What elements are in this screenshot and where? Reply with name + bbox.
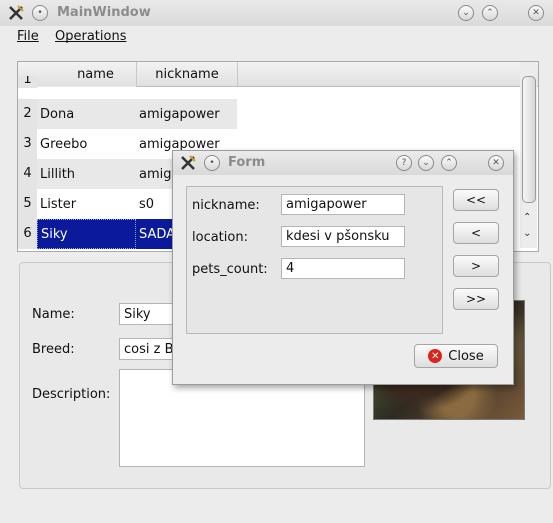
table-cell-name[interactable]: Dona <box>37 99 136 129</box>
close-button-label: Close <box>448 348 484 364</box>
form-title: Form <box>228 155 266 170</box>
menu-operations[interactable]: Operations <box>55 29 126 44</box>
pets-count-label: pets_count: <box>192 262 268 277</box>
app-icon[interactable] <box>6 3 26 23</box>
table-cell-name[interactable]: Greebo <box>37 129 136 159</box>
close-button[interactable]: ✕ Close <box>414 344 498 368</box>
menu-file-label: File <box>17 29 39 44</box>
location-field[interactable]: kdesi v pšonsku <box>281 226 405 247</box>
table-cell-name-selected[interactable]: Siky <box>37 219 136 249</box>
chevron-down-icon: ⌄ <box>462 7 470 18</box>
form-app-icon[interactable] <box>178 153 198 173</box>
dot-icon: • <box>209 157 215 168</box>
window-menu-button[interactable]: • <box>32 5 48 21</box>
name-label: Name: <box>32 307 75 322</box>
chevron-up-icon: ⌃ <box>445 157 453 168</box>
chevron-down-icon: ⌄ <box>422 157 430 168</box>
form-window-menu-button[interactable]: • <box>204 155 220 171</box>
pets-count-field[interactable]: 4 <box>281 258 405 279</box>
scroll-down-icon[interactable]: ⌄ <box>523 228 531 239</box>
row-number: 2 <box>18 99 37 129</box>
row-number: 4 <box>18 159 37 189</box>
close-icon: ✕ <box>428 349 443 363</box>
chevron-up-icon: ⌃ <box>486 7 494 18</box>
help-icon: ? <box>401 157 407 168</box>
scroll-up-icon[interactable]: ⌃ <box>523 212 531 223</box>
previous-record-button[interactable]: < <box>453 222 499 244</box>
table-cell-nickname[interactable]: amigapower <box>136 99 237 129</box>
form-dialog: • Form ? ⌄ ⌃ ✕ nickname: amigapower loca… <box>172 150 514 385</box>
main-title-bar: • MainWindow ⌄ ⌃ ✕ <box>0 0 553 26</box>
breed-label: Breed: <box>32 342 75 357</box>
description-label: Description: <box>32 387 111 402</box>
window-title: MainWindow <box>57 5 151 20</box>
last-record-button[interactable]: >> <box>453 288 499 310</box>
row-number: 6 <box>18 219 37 249</box>
row-number: 3 <box>18 129 37 159</box>
row-number: 5 <box>18 189 37 219</box>
table-scrollbar[interactable]: ⌃ ⌄ <box>520 62 537 248</box>
table-cell-name[interactable]: Lillith <box>37 159 136 189</box>
header-filler <box>237 62 538 87</box>
form-help-button[interactable]: ? <box>396 155 412 171</box>
table-cell-name[interactable]: Lister <box>37 189 136 219</box>
next-record-button[interactable]: > <box>453 255 499 277</box>
close-icon: ✕ <box>492 157 500 168</box>
form-minimize-button[interactable]: ⌄ <box>418 155 434 171</box>
first-record-button[interactable]: << <box>453 189 499 211</box>
minimize-button[interactable]: ⌄ <box>458 5 474 21</box>
location-label: location: <box>192 230 248 245</box>
form-maximize-button[interactable]: ⌃ <box>441 155 457 171</box>
column-header-name-label: name <box>77 66 114 82</box>
nickname-field[interactable]: amigapower <box>281 194 405 215</box>
row-number: 1 <box>18 76 37 88</box>
nickname-label: nickname: <box>192 198 260 213</box>
close-icon: ✕ <box>532 7 540 18</box>
close-window-button[interactable]: ✕ <box>528 5 544 21</box>
form-title-bar: • Form ? ⌄ ⌃ ✕ <box>173 151 513 175</box>
scrollbar-handle[interactable] <box>522 76 536 203</box>
form-close-window-button[interactable]: ✕ <box>488 155 504 171</box>
column-header-nickname[interactable]: nickname <box>136 62 237 87</box>
maximize-button[interactable]: ⌃ <box>482 5 498 21</box>
dot-icon: • <box>37 7 43 18</box>
menu-file[interactable]: File <box>17 29 39 44</box>
table-cell[interactable] <box>37 86 136 87</box>
column-header-nickname-label: nickname <box>155 66 219 82</box>
menu-operations-label: Operations <box>55 29 127 44</box>
